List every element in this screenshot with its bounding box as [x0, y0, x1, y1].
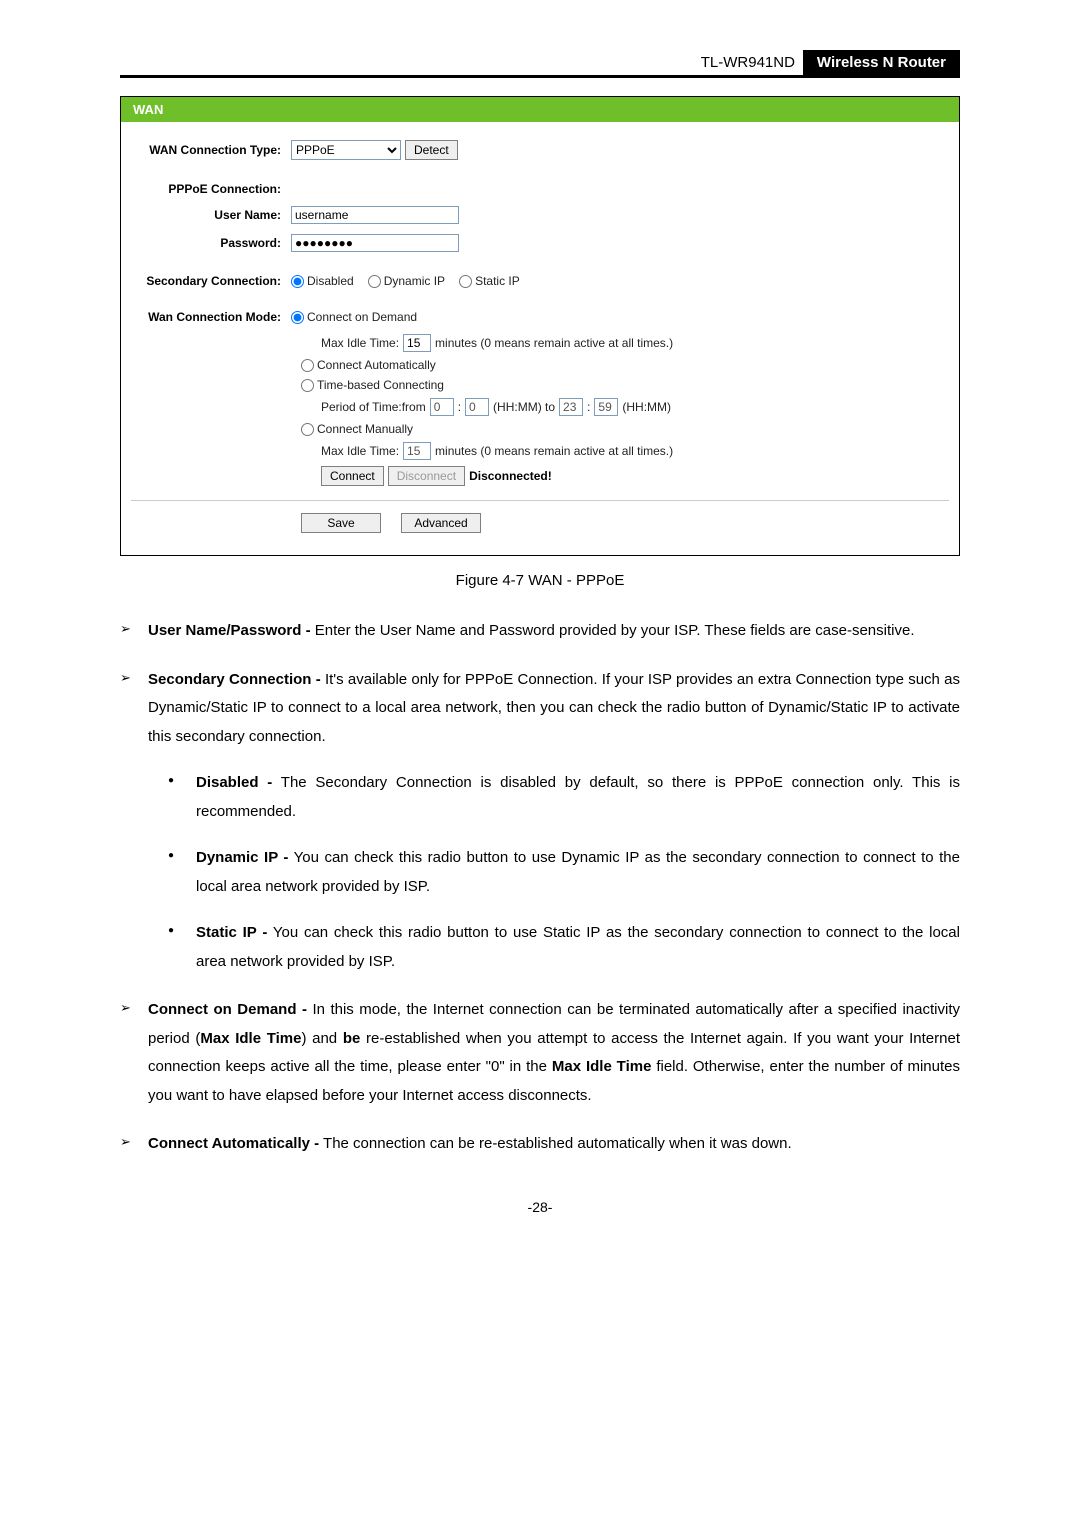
- desc-sec-disabled: Disabled - The Secondary Connection is d…: [168, 769, 960, 826]
- radio-static-text: Static IP: [475, 274, 520, 288]
- username-input[interactable]: [291, 206, 459, 224]
- figure-caption: Figure 4-7 WAN - PPPoE: [120, 572, 960, 589]
- period-end: (HH:MM): [622, 400, 671, 414]
- colon2: :: [587, 400, 590, 414]
- wan-conn-type-select[interactable]: PPPoE: [291, 140, 401, 160]
- divider: [131, 500, 949, 501]
- colon1: :: [458, 400, 461, 414]
- period-to-mm[interactable]: [594, 398, 618, 416]
- radio-disabled-input[interactable]: [291, 275, 304, 288]
- radio-connect-demand[interactable]: Connect on Demand: [291, 310, 417, 324]
- desc-connect-auto: Connect Automatically - The connection c…: [114, 1130, 960, 1159]
- desc-secondary-conn: Secondary Connection - It's available on…: [114, 666, 960, 977]
- radio-dynamic-ip[interactable]: Dynamic IP: [368, 274, 445, 288]
- radio-dynamic-text: Dynamic IP: [384, 274, 445, 288]
- desc-sec-static: Static IP - You can check this radio but…: [168, 919, 960, 976]
- radio-auto-text: Connect Automatically: [317, 358, 436, 372]
- radio-demand-text: Connect on Demand: [307, 310, 417, 324]
- idle1-label: Max Idle Time:: [321, 336, 399, 350]
- radio-connect-manual[interactable]: Connect Manually: [301, 422, 413, 436]
- password-label: Password:: [131, 236, 291, 250]
- radio-static-ip[interactable]: Static IP: [459, 274, 520, 288]
- detect-button[interactable]: Detect: [405, 140, 458, 160]
- radio-disabled-text: Disabled: [307, 274, 354, 288]
- radio-manual-text: Connect Manually: [317, 422, 413, 436]
- radio-time-input[interactable]: [301, 379, 314, 392]
- desc-user-password: User Name/Password - Enter the User Name…: [114, 617, 960, 646]
- radio-connect-auto[interactable]: Connect Automatically: [301, 358, 436, 372]
- password-input[interactable]: [291, 234, 459, 252]
- period-mid: (HH:MM) to: [493, 400, 555, 414]
- conn-status: Disconnected!: [469, 469, 552, 483]
- period-to-hh[interactable]: [559, 398, 583, 416]
- idle1-input[interactable]: [403, 334, 431, 352]
- period-label: Period of Time:from: [321, 400, 426, 414]
- section-title: WAN: [121, 97, 959, 122]
- desc-connect-demand: Connect on Demand - In this mode, the In…: [114, 996, 960, 1110]
- idle2-label: Max Idle Time:: [321, 444, 399, 458]
- doc-header: TL-WR941ND Wireless N Router: [120, 50, 960, 78]
- radio-time-based[interactable]: Time-based Connecting: [301, 378, 444, 392]
- pppoe-conn-label: PPPoE Connection:: [131, 182, 291, 196]
- radio-manual-input[interactable]: [301, 423, 314, 436]
- idle1-suffix: minutes (0 means remain active at all ti…: [435, 336, 673, 350]
- secondary-conn-label: Secondary Connection:: [131, 274, 291, 288]
- idle2-suffix: minutes (0 means remain active at all ti…: [435, 444, 673, 458]
- connect-button[interactable]: Connect: [321, 466, 384, 486]
- username-label: User Name:: [131, 208, 291, 222]
- radio-dynamic-input[interactable]: [368, 275, 381, 288]
- router-screenshot: WAN WAN Connection Type: PPPoE Detect PP…: [120, 96, 960, 556]
- advanced-button[interactable]: Advanced: [401, 513, 481, 533]
- desc-sec-dynamic: Dynamic IP - You can check this radio bu…: [168, 844, 960, 901]
- radio-auto-input[interactable]: [301, 359, 314, 372]
- radio-demand-input[interactable]: [291, 311, 304, 324]
- model-label: TL-WR941ND: [693, 50, 803, 75]
- save-button[interactable]: Save: [301, 513, 381, 533]
- radio-disabled[interactable]: Disabled: [291, 274, 354, 288]
- wan-mode-label: Wan Connection Mode:: [131, 310, 291, 324]
- radio-time-text: Time-based Connecting: [317, 378, 444, 392]
- radio-static-input[interactable]: [459, 275, 472, 288]
- period-from-hh[interactable]: [430, 398, 454, 416]
- period-from-mm[interactable]: [465, 398, 489, 416]
- product-label: Wireless N Router: [803, 50, 960, 75]
- page-number: -28-: [120, 1199, 960, 1215]
- wan-conn-type-label: WAN Connection Type:: [131, 143, 291, 157]
- disconnect-button[interactable]: Disconnect: [388, 466, 465, 486]
- idle2-input[interactable]: [403, 442, 431, 460]
